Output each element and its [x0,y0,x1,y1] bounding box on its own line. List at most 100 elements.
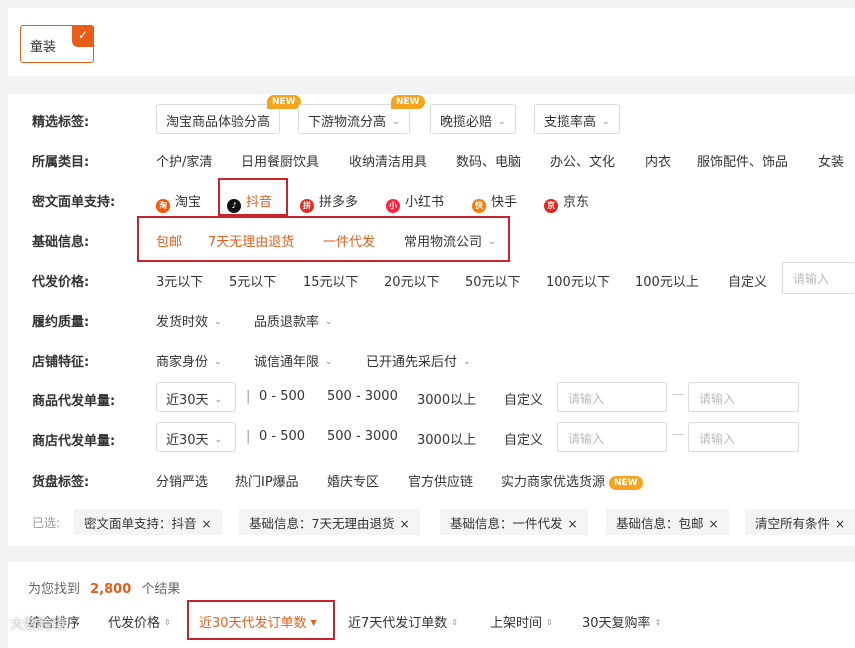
featured-tag-pickup-rate-dropdown[interactable]: 支揽率高 ⌄ [534,104,620,134]
fulfillment-refund-rate-dropdown[interactable]: 品质退款率 ⌄ [254,311,333,330]
shop-volume-period-select[interactable]: 近30天 ⌄ [156,422,236,452]
featured-tag-taobao-experience[interactable]: 淘宝商品体验分高 NEW [156,95,301,134]
chevron-down-icon: ⌄ [325,357,333,367]
featured-tag-logistics-dropdown[interactable]: 下游物流分高 ⌄ NEW [298,95,425,134]
chevron-down-icon: ⌄ [214,317,222,327]
basic-info-label: 基础信息: [32,235,90,250]
shop-identity-dropdown[interactable]: 商家身份 ⌄ [156,351,222,370]
volume-min-input[interactable]: 请输入 [557,422,667,452]
volume-option[interactable]: 500 - 3000 [327,429,398,444]
sort-label: 近7天代发订单数 [348,616,448,631]
waybill-option-label: 淘宝 [175,195,202,210]
chevron-down-icon: ⌄ [214,395,223,405]
shop-features-label: 店铺特征: [32,355,90,370]
volume-custom[interactable]: 自定义 [504,389,543,408]
shop-volume-label: 商店代发单量: [32,434,116,449]
category-item[interactable]: 办公、文化 [550,151,615,170]
volume-option[interactable]: 0 - 500 [259,389,305,404]
selected-conditions-row: 已选: 密文面单支持：抖音 × 基础信息：7天无理由退货 × 基础信息：一件代发 × … [8,509,855,539]
featured-tags-row: 精选标签: 淘宝商品体验分高 NEW 下游物流分高 ⌄ NEW 晚揽必赔 ⌄ 支揽率… [8,95,855,134]
volume-custom[interactable]: 自定义 [504,429,543,448]
goods-tag-strong-merchant[interactable]: 实力商家优选货源 NEW [501,471,643,490]
new-badge: NEW [267,95,301,109]
sort-7day-orders[interactable]: 近7天代发订单数 ⇕ [348,612,458,631]
close-icon[interactable]: × [202,517,212,531]
fulfillment-shipping-time-dropdown[interactable]: 发货时效 ⌄ [156,311,222,330]
price-custom[interactable]: 自定义 [728,271,767,290]
close-icon[interactable]: × [568,517,578,531]
category-item[interactable]: 日用餐厨饮具 [241,151,319,170]
pinduoduo-icon: 拼 [300,199,314,213]
category-item[interactable]: 内衣 [645,151,671,170]
volume-min-input[interactable]: 请输入 [557,382,667,412]
price-option[interactable]: 15元以下 [303,271,359,290]
waybill-option-pinduoduo[interactable]: 拼拼多多 [300,191,358,213]
separator: | [246,389,251,404]
category-item[interactable]: 数码、电脑 [456,151,521,170]
waybill-option-jingdong[interactable]: 京京东 [544,191,589,213]
volume-option[interactable]: 500 - 3000 [327,389,398,404]
xiaohongshu-icon: 小 [386,199,400,213]
price-custom-input[interactable]: 请输入 [782,262,855,294]
sort-listing-time[interactable]: 上架时间 ⇕ [490,612,553,631]
separator: | [246,429,251,444]
encrypted-waybill-row: 密文面单支持: 淘淘宝 ♪ 抖音 拼拼多多 小小红书 快快手 京京东 [8,178,855,216]
category-chip-childrens-wear[interactable]: 童装 ✓ [20,25,94,63]
shop-pay-later-dropdown[interactable]: 已开通先采后付 ⌄ [366,351,471,370]
category-item[interactable]: 服饰配件、饰品 [697,151,788,170]
price-option[interactable]: 100元以下 [546,271,610,290]
category-chip-label: 童装 [30,40,57,55]
selected-chip[interactable]: 基础信息：7天无理由退货 × [239,509,420,535]
featured-tag-label: 淘宝商品体验分高 [166,115,271,130]
waybill-option-kuaishou[interactable]: 快快手 [472,191,517,213]
check-icon: ✓ [72,25,94,47]
shop-credit-years-dropdown[interactable]: 诚信通年限 ⌄ [254,351,333,370]
goods-tag[interactable]: 官方供应链 [408,471,473,490]
volume-option[interactable]: 3000以上 [417,429,476,448]
selected-chip[interactable]: 密文面单支持：抖音 × [74,509,222,535]
category-item[interactable]: 个护/家清 [156,151,212,170]
featured-tag-late-pickup-dropdown[interactable]: 晚揽必赔 ⌄ [430,104,516,134]
price-option[interactable]: 50元以下 [465,271,521,290]
price-option[interactable]: 20元以下 [384,271,440,290]
shop-features-row: 店铺特征: 商家身份 ⌄ 诚信通年限 ⌄ 已开通先采后付 ⌄ [8,344,855,374]
price-option[interactable]: 5元以下 [229,271,276,290]
volume-option[interactable]: 3000以上 [417,389,476,408]
volume-max-input[interactable]: 请输入 [688,422,799,452]
sort-arrows-icon: ⇕ [654,618,662,627]
waybill-option-xiaohongshu[interactable]: 小小红书 [386,191,444,213]
price-option[interactable]: 100元以上 [635,271,699,290]
close-icon: × [835,517,846,531]
close-icon[interactable]: × [709,517,719,531]
category-item[interactable]: 收纳清洁用具 [349,151,427,170]
featured-tag-label: 晚揽必赔 [440,115,493,130]
selected-chip[interactable]: 基础信息：包邮 × [606,509,729,535]
goods-tag[interactable]: 分销严选 [156,471,208,490]
encrypted-waybill-label: 密文面单支持: [32,195,116,210]
clear-all-button[interactable]: 清空所有条件 × [745,509,855,535]
selected-chip-label: 基础信息：7天无理由退货 [249,516,395,531]
close-icon[interactable]: × [399,517,409,531]
waybill-option-label: 京东 [563,195,590,210]
chevron-down-icon: ⌄ [463,357,471,367]
sort-price[interactable]: 代发价格 ⇕ [108,612,171,631]
selected-chip[interactable]: 基础信息：一件代发 × [440,509,588,535]
sort-label: 上架时间 [490,616,543,631]
sort-30day-repurchase[interactable]: 30天复购率 ⇕ [582,612,661,631]
volume-max-input[interactable]: 请输入 [688,382,799,412]
chevron-down-icon: ⌄ [214,435,223,445]
category-item[interactable]: 女装 [818,151,844,170]
goods-tag[interactable]: 婚庆专区 [327,471,379,490]
product-volume-period-select[interactable]: 近30天 ⌄ [156,382,236,412]
sort-highlight-box [187,600,335,640]
price-option[interactable]: 3元以下 [156,271,203,290]
basic-info-highlight-box [137,216,510,262]
volume-option[interactable]: 0 - 500 [259,429,305,444]
goods-tag[interactable]: 热门IP爆品 [235,471,299,490]
new-badge: NEW [391,95,425,109]
waybill-option-taobao[interactable]: 淘淘宝 [156,191,201,213]
dropdown-label: 已开通先采后付 [366,355,458,370]
selected-label: 已选: [32,516,61,530]
range-dash: — [672,387,685,402]
basic-info-row: 基础信息: 包邮 7天无理由退货 一件代发 常用物流公司 ⌄ [8,216,855,262]
